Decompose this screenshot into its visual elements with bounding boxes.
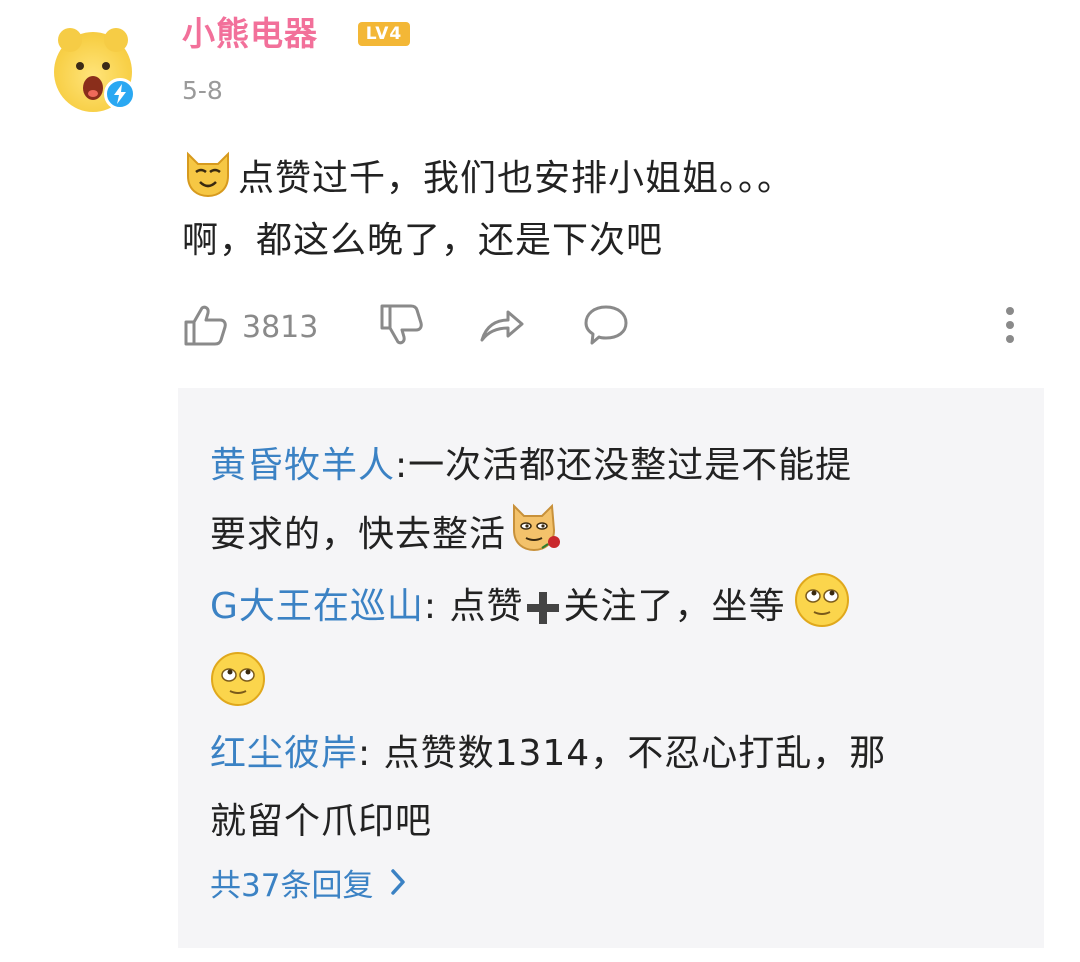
reply-text-line-1a: : 点赞 [423,586,524,627]
reply-text-line-1: :一次活都还没整过是不能提 [395,445,853,486]
comment-text: 点赞过千，我们也安排小姐姐。。。 啊，都这么晚了，还是下次吧 [182,148,1012,272]
comment-line-2: 啊，都这么晚了，还是下次吧 [182,220,664,261]
level-badge: LV4 [358,22,410,46]
replies-box[interactable]: 黄昏牧羊人:一次活都还没整过是不能提 要求的，快去整活 G大王在巡山: 点赞 关… [178,388,1044,948]
reply-author[interactable]: 红尘彼岸 [210,733,358,774]
thumbs-down-icon [378,302,424,352]
plus-emoji-icon [523,583,563,651]
chevron-right-icon [389,866,407,906]
comment-date: 5-8 [182,76,223,105]
reply-item[interactable]: G大王在巡山: 点赞 关注了，坐等 [210,572,970,730]
verified-lightning-icon [104,78,136,110]
comment-line-1-text: 点赞过千，我们也安排小姐姐。。。 [238,158,795,199]
more-replies-label: 共37条回复 [210,868,374,904]
rolling-eyes-emoji-icon [794,572,850,651]
reply-author[interactable]: 黄昏牧羊人 [210,445,395,486]
reply-author[interactable]: G大王在巡山 [210,586,424,627]
share-button[interactable] [478,298,526,356]
like-count: 3813 [242,309,319,345]
comment-action-bar: 3813 [182,298,1032,356]
reply-text-line-1b: 关注了，坐等 [563,586,786,627]
comment-icon [582,301,630,353]
share-icon [478,302,526,352]
more-vertical-icon [1000,301,1020,353]
reply-item[interactable]: 红尘彼岸: 点赞数1314，不忍心打乱，那 就留个爪印吧 [210,720,970,856]
thumbs-up-icon [182,302,228,352]
dislike-button[interactable] [378,298,424,356]
more-options-button[interactable] [1000,298,1020,356]
reply-button[interactable] [582,298,630,356]
like-button[interactable]: 3813 [182,298,318,356]
cat-emoji-icon [182,150,234,198]
rolling-eyes-emoji-icon [210,651,266,730]
comment-username[interactable]: 小熊电器 [182,14,318,54]
view-all-replies-link[interactable]: 共37条回复 [210,866,407,906]
reply-text-line-1: : 点赞数1314，不忍心打乱，那 [358,733,887,774]
reply-text-line-2: 要求的，快去整活 [210,514,507,555]
doge-rose-emoji-icon [506,500,566,579]
reply-text-line-2: 就留个爪印吧 [210,801,433,842]
reply-item[interactable]: 黄昏牧羊人:一次活都还没整过是不能提 要求的，快去整活 [210,432,970,579]
comment-line-1: 点赞过千，我们也安排小姐姐。。。 [182,148,1012,210]
avatar[interactable] [48,28,138,118]
